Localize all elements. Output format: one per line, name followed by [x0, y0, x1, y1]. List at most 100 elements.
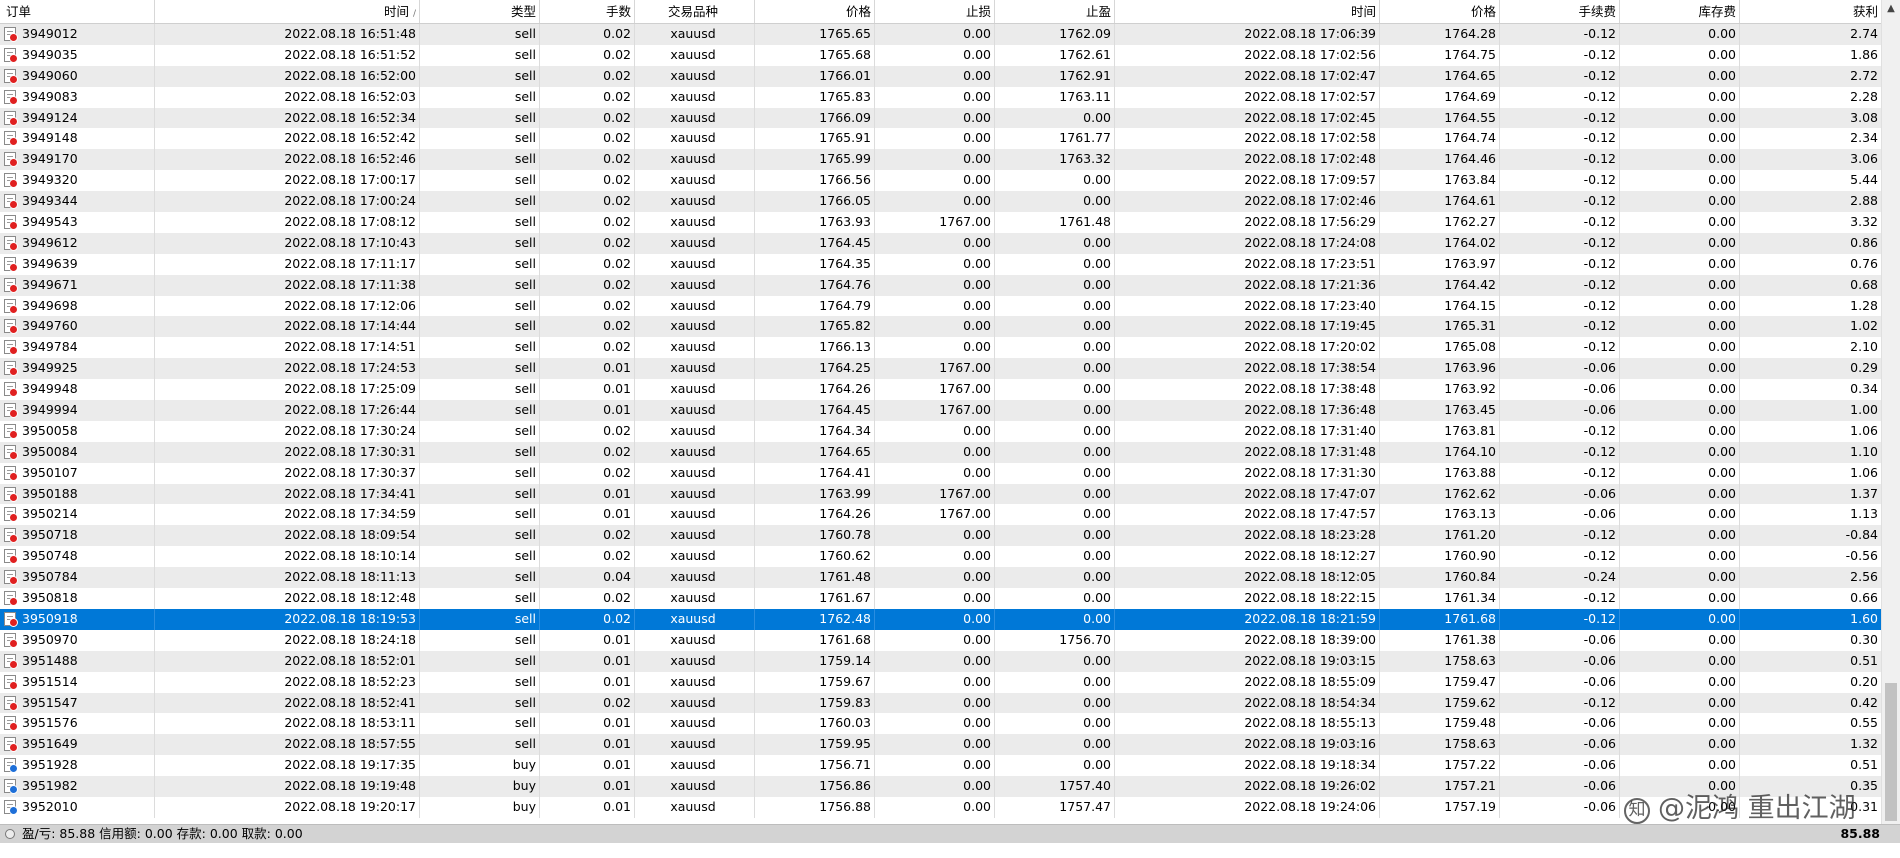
profit-cell-text: 0.29 — [1850, 360, 1878, 376]
table-row[interactable]: 3952010 2022.08.18 19:20:17 buy 0.01 xauusd 1… — [0, 796, 1882, 818]
profit-cell-text: 0.68 — [1850, 276, 1878, 292]
table-row[interactable]: 3950918 2022.08.18 18:19:53 sell 0.02 xauusd… — [0, 608, 1882, 630]
type-cell-text: sell — [514, 360, 536, 376]
order-cell-text: 3950718 — [22, 527, 78, 543]
profit-cell-text: 1.06 — [1850, 422, 1878, 438]
symbol-cell: xauusd — [635, 107, 755, 129]
table-row[interactable]: 3949698 2022.08.18 17:12:06 sell 0.02 xauusd… — [0, 295, 1882, 317]
col-header-take-profit[interactable]: 止盈 — [995, 0, 1115, 23]
table-row[interactable]: 3950084 2022.08.18 17:30:31 sell 0.02 xauusd… — [0, 441, 1882, 463]
col-header-type[interactable]: 类型 — [420, 0, 540, 23]
col-header-order[interactable]: 订单 — [0, 0, 155, 23]
symbol-cell: xauusd — [635, 504, 755, 526]
table-row[interactable]: 3950784 2022.08.18 18:11:13 sell 0.04 xauusd… — [0, 567, 1882, 589]
table-row[interactable]: 3951576 2022.08.18 18:53:11 sell 0.01 xauusd… — [0, 713, 1882, 735]
close-price-cell: 1763.88 — [1380, 462, 1500, 484]
open-time-cell: 2022.08.18 17:34:59 — [155, 504, 420, 526]
lots-cell-text: 0.01 — [603, 631, 631, 647]
table-row[interactable]: 3949035 2022.08.18 16:51:52 sell 0.02 xauusd… — [0, 44, 1882, 66]
table-row[interactable]: 3949760 2022.08.18 17:14:44 sell 0.02 xauusd… — [0, 316, 1882, 338]
profit-cell: 1.06 — [1740, 462, 1882, 484]
take-profit-cell-text: 1763.11 — [1059, 88, 1111, 104]
table-row[interactable]: 3950748 2022.08.18 18:10:14 sell 0.02 xauusd… — [0, 546, 1882, 568]
table-row[interactable]: 3949784 2022.08.18 17:14:51 sell 0.02 xauusd… — [0, 337, 1882, 359]
table-row[interactable]: 3949344 2022.08.18 17:00:24 sell 0.02 xauusd… — [0, 191, 1882, 213]
swap-cell: 0.00 — [1620, 692, 1740, 714]
col-header-lots[interactable]: 手数 — [540, 0, 635, 23]
open-time-cell-text: 2022.08.18 16:51:48 — [284, 26, 416, 41]
table-row[interactable]: 3949170 2022.08.18 16:52:46 sell 0.02 xauusd… — [0, 149, 1882, 171]
table-row[interactable]: 3949612 2022.08.18 17:10:43 sell 0.02 xauusd… — [0, 232, 1882, 254]
profit-cell: 2.34 — [1740, 128, 1882, 150]
table-row[interactable]: 3949925 2022.08.18 17:24:53 sell 0.01 xauusd… — [0, 358, 1882, 380]
scroll-up-arrow-icon[interactable]: ▲ — [1882, 0, 1900, 18]
open-price-cell: 1764.45 — [755, 232, 875, 254]
col-header-close-time[interactable]: 时间 — [1115, 0, 1380, 23]
table-row[interactable]: 3951488 2022.08.18 18:52:01 sell 0.01 xauusd… — [0, 650, 1882, 672]
order-cell: 3949760 — [0, 316, 155, 338]
symbol-cell: xauusd — [635, 44, 755, 66]
table-row[interactable]: 3950058 2022.08.18 17:30:24 sell 0.02 xauusd… — [0, 420, 1882, 442]
table-row[interactable]: 3951649 2022.08.18 18:57:55 sell 0.01 xauusd… — [0, 734, 1882, 756]
table-row[interactable]: 3951547 2022.08.18 18:52:41 sell 0.02 xauusd… — [0, 692, 1882, 714]
table-row[interactable]: 3951928 2022.08.18 19:17:35 buy 0.01 xauusd 1… — [0, 755, 1882, 777]
table-row[interactable]: 3949124 2022.08.18 16:52:34 sell 0.02 xauusd… — [0, 107, 1882, 129]
open-price-cell: 1764.76 — [755, 274, 875, 296]
table-row[interactable]: 3950970 2022.08.18 18:24:18 sell 0.01 xauusd… — [0, 629, 1882, 651]
col-header-open-time[interactable]: 时间 / — [155, 0, 420, 23]
take-profit-cell-text: 1762.09 — [1059, 26, 1111, 41]
profit-cell: 0.42 — [1740, 692, 1882, 714]
col-header-open-price[interactable]: 价格 — [755, 0, 875, 23]
table-row[interactable]: 3950214 2022.08.18 17:34:59 sell 0.01 xauusd… — [0, 504, 1882, 526]
open-price-cell-text: 1766.01 — [819, 67, 871, 83]
type-cell-text: sell — [514, 46, 536, 62]
commission-cell-text: -0.12 — [1583, 590, 1616, 606]
col-header-close-price[interactable]: 价格 — [1380, 0, 1500, 23]
type-cell-text: sell — [514, 130, 536, 146]
swap-cell: 0.00 — [1620, 128, 1740, 150]
stop-loss-cell-text: 0.00 — [963, 757, 991, 773]
table-row[interactable]: 3950107 2022.08.18 17:30:37 sell 0.02 xauusd… — [0, 462, 1882, 484]
col-header-profit[interactable]: 获利 — [1740, 0, 1882, 23]
vertical-scrollbar[interactable]: ▲ — [1881, 0, 1900, 824]
table-row[interactable]: 3949994 2022.08.18 17:26:44 sell 0.01 xauusd… — [0, 400, 1882, 421]
close-price-cell: 1764.10 — [1380, 441, 1500, 463]
scroll-thumb[interactable] — [1885, 683, 1897, 821]
take-profit-cell-text: 0.00 — [1083, 736, 1111, 752]
col-header-symbol[interactable]: 交易品种 — [635, 0, 755, 23]
open-time-cell-text: 2022.08.18 17:11:17 — [284, 255, 416, 271]
table-row[interactable]: 3949060 2022.08.18 16:52:00 sell 0.02 xauusd… — [0, 65, 1882, 87]
lots-cell: 0.02 — [540, 170, 635, 192]
swap-cell: 0.00 — [1620, 608, 1740, 630]
table-row[interactable]: 3949320 2022.08.18 17:00:17 sell 0.02 xauusd… — [0, 170, 1882, 192]
symbol-cell-text: xauusd — [670, 736, 716, 752]
close-time-cell: 2022.08.18 18:54:34 — [1115, 692, 1380, 714]
col-header-swap[interactable]: 库存费 — [1620, 0, 1740, 23]
table-row[interactable]: 3949948 2022.08.18 17:25:09 sell 0.01 xauusd… — [0, 379, 1882, 401]
commission-cell: -0.12 — [1500, 170, 1620, 192]
table-row[interactable]: 3951982 2022.08.18 19:19:48 buy 0.01 xauusd 1… — [0, 776, 1882, 797]
table-row[interactable]: 3949671 2022.08.18 17:11:38 sell 0.02 xauusd… — [0, 274, 1882, 296]
col-header-stop-loss[interactable]: 止损 — [875, 0, 995, 23]
commission-cell-text: -0.12 — [1583, 109, 1616, 125]
col-header-commission[interactable]: 手续费 — [1500, 0, 1620, 23]
table-row[interactable]: 3950188 2022.08.18 17:34:41 sell 0.01 xauusd… — [0, 483, 1882, 505]
table-row[interactable]: 3950718 2022.08.18 18:09:54 sell 0.02 xauusd… — [0, 525, 1882, 547]
stop-loss-cell-text: 0.00 — [963, 422, 991, 438]
lots-cell-text: 0.02 — [603, 193, 631, 209]
table-row[interactable]: 3951514 2022.08.18 18:52:23 sell 0.01 xauusd… — [0, 671, 1882, 693]
table-row[interactable]: 3949083 2022.08.18 16:52:03 sell 0.02 xauusd… — [0, 86, 1882, 108]
table-row[interactable]: 3949543 2022.08.18 17:08:12 sell 0.02 xauusd… — [0, 212, 1882, 233]
take-profit-cell: 0.00 — [995, 170, 1115, 192]
table-row[interactable]: 3949639 2022.08.18 17:11:17 sell 0.02 xauusd… — [0, 253, 1882, 275]
take-profit-cell-text: 0.00 — [1083, 527, 1111, 543]
table-row[interactable]: 3949148 2022.08.18 16:52:42 sell 0.02 xauusd… — [0, 128, 1882, 150]
close-time-cell: 2022.08.18 17:20:02 — [1115, 337, 1380, 359]
document-red-dot-icon — [4, 277, 18, 293]
table-row[interactable]: 3950818 2022.08.18 18:12:48 sell 0.02 xauusd… — [0, 588, 1882, 609]
order-cell-text: 3950970 — [22, 631, 78, 647]
table-row[interactable]: 3949012 2022.08.18 16:51:48 sell 0.02 xauusd… — [0, 24, 1882, 45]
type-cell: sell — [420, 483, 540, 505]
take-profit-cell-text: 1763.32 — [1059, 151, 1111, 167]
open-time-cell: 2022.08.18 18:52:01 — [155, 650, 420, 672]
